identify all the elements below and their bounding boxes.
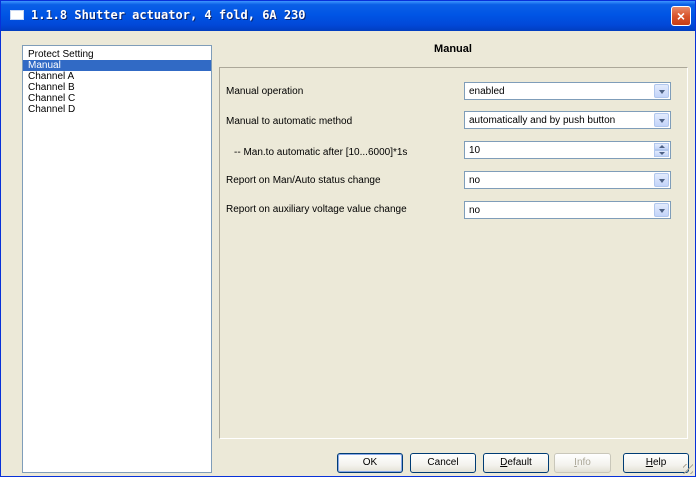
man-to-automatic-after-spinner[interactable]: 10 xyxy=(464,141,671,159)
chevron-down-icon[interactable] xyxy=(654,173,669,187)
default-button[interactable]: Default xyxy=(483,453,549,473)
default-button-label: efault xyxy=(507,457,532,468)
ok-button[interactable]: OK xyxy=(337,453,403,473)
tree-item-protect-setting[interactable]: Protect Setting xyxy=(23,49,211,60)
chevron-down-icon[interactable] xyxy=(654,84,669,98)
tree-item-channel-d[interactable]: Channel D xyxy=(23,104,211,115)
window-title: 1.1.8 Shutter actuator, 4 fold, 6A 230 xyxy=(31,8,306,22)
dropdown-value: no xyxy=(469,175,481,186)
resize-grip[interactable] xyxy=(683,464,693,474)
chevron-down-icon[interactable] xyxy=(654,113,669,127)
report-auxiliary-voltage-dropdown[interactable]: no xyxy=(464,201,671,219)
tree-item-manual[interactable]: Manual xyxy=(23,60,211,71)
dropdown-value: enabled xyxy=(469,86,505,97)
tree-item-channel-a[interactable]: Channel A xyxy=(23,71,211,82)
help-button-label: elp xyxy=(652,457,667,468)
info-button: Info xyxy=(554,453,611,473)
cancel-button[interactable]: Cancel xyxy=(410,453,476,473)
info-button-label: nfo xyxy=(576,457,591,468)
spinner-value: 10 xyxy=(469,145,481,156)
title-bar[interactable]: 1.1.8 Shutter actuator, 4 fold, 6A 230 × xyxy=(1,1,695,31)
tree-item-channel-b[interactable]: Channel B xyxy=(23,82,211,93)
param-label-manual-operation: Manual operation xyxy=(226,86,304,97)
window-icon xyxy=(10,10,24,20)
param-label-manual-to-automatic-method: Manual to automatic method xyxy=(226,116,353,127)
manual-to-automatic-method-dropdown[interactable]: automatically and by push button xyxy=(464,111,671,129)
param-label-report-auxiliary-voltage: Report on auxiliary voltage value change xyxy=(226,204,407,215)
parameter-panel: Manual Manual operation enabled Manual t… xyxy=(218,37,688,439)
spinner-up-icon[interactable] xyxy=(654,143,669,150)
close-icon: × xyxy=(676,8,686,24)
dropdown-value: automatically and by push button xyxy=(469,115,616,126)
spinner-down-icon[interactable] xyxy=(654,150,669,157)
manual-operation-dropdown[interactable]: enabled xyxy=(464,82,671,100)
section-title: Manual xyxy=(434,43,472,55)
param-label-man-to-automatic-after: -- Man.to automatic after [10...6000]*1s xyxy=(234,147,408,158)
chevron-down-icon[interactable] xyxy=(654,203,669,217)
help-button[interactable]: Help xyxy=(623,453,689,473)
parameter-tree: Protect Setting Manual Channel A Channel… xyxy=(22,45,212,473)
tree-item-channel-c[interactable]: Channel C xyxy=(23,93,211,104)
help-button-mnemonic: H xyxy=(645,457,653,468)
close-button[interactable]: × xyxy=(671,6,691,26)
dialog-window: 1.1.8 Shutter actuator, 4 fold, 6A 230 ×… xyxy=(0,0,696,477)
dropdown-value: no xyxy=(469,205,481,216)
parameter-content: Manual operation enabled Manual to autom… xyxy=(219,67,688,439)
report-man-auto-status-dropdown[interactable]: no xyxy=(464,171,671,189)
param-label-report-man-auto-status: Report on Man/Auto status change xyxy=(226,175,381,186)
